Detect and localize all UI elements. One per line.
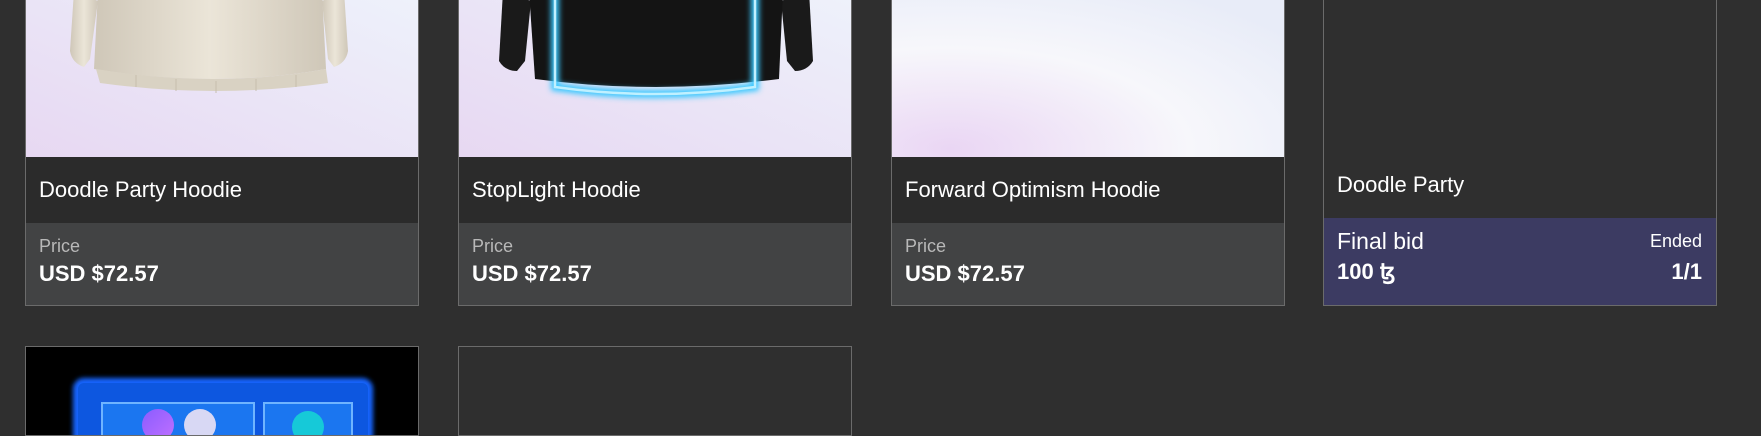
price-value: USD $72.57: [905, 261, 1025, 286]
product-image[interactable]: [26, 0, 418, 157]
auction-name[interactable]: Doodle Party: [1324, 151, 1716, 218]
edition-count: 1/1: [1671, 259, 1702, 284]
price-section: Price USD $72.57: [892, 223, 1284, 305]
final-bid-label: Final bid: [1337, 228, 1424, 254]
product-image[interactable]: [892, 0, 1284, 157]
final-bid-value: 100 ꜩ: [1337, 259, 1396, 284]
product-image[interactable]: [459, 0, 851, 157]
price-section: Price USD $72.57: [26, 223, 418, 305]
price-value: USD $72.57: [39, 261, 159, 286]
auction-info: Final bid Ended 100 ꜩ 1/1: [1324, 218, 1716, 305]
product-card[interactable]: Doodle Party Hoodie Price USD $72.57: [25, 0, 419, 306]
product-image[interactable]: [459, 347, 851, 435]
price-section: Price USD $72.57: [459, 223, 851, 305]
product-name[interactable]: StopLight Hoodie: [459, 157, 851, 223]
product-card[interactable]: [458, 346, 852, 436]
auction-image[interactable]: [1324, 0, 1716, 151]
product-card[interactable]: [25, 346, 419, 436]
auction-status: Ended: [1649, 231, 1702, 251]
auction-card[interactable]: Doodle Party Final bid Ended 100 ꜩ 1/1: [1323, 0, 1717, 306]
price-label: Price: [905, 236, 947, 256]
price-value: USD $72.57: [472, 261, 592, 286]
product-name[interactable]: Doodle Party Hoodie: [26, 157, 418, 223]
product-card[interactable]: StopLight Hoodie Price USD $72.57: [458, 0, 852, 306]
product-image[interactable]: [26, 347, 418, 435]
product-card[interactable]: Forward Optimism Hoodie Price USD $72.57: [891, 0, 1285, 306]
price-label: Price: [39, 236, 81, 256]
price-label: Price: [472, 236, 514, 256]
product-name[interactable]: Forward Optimism Hoodie: [892, 157, 1284, 223]
